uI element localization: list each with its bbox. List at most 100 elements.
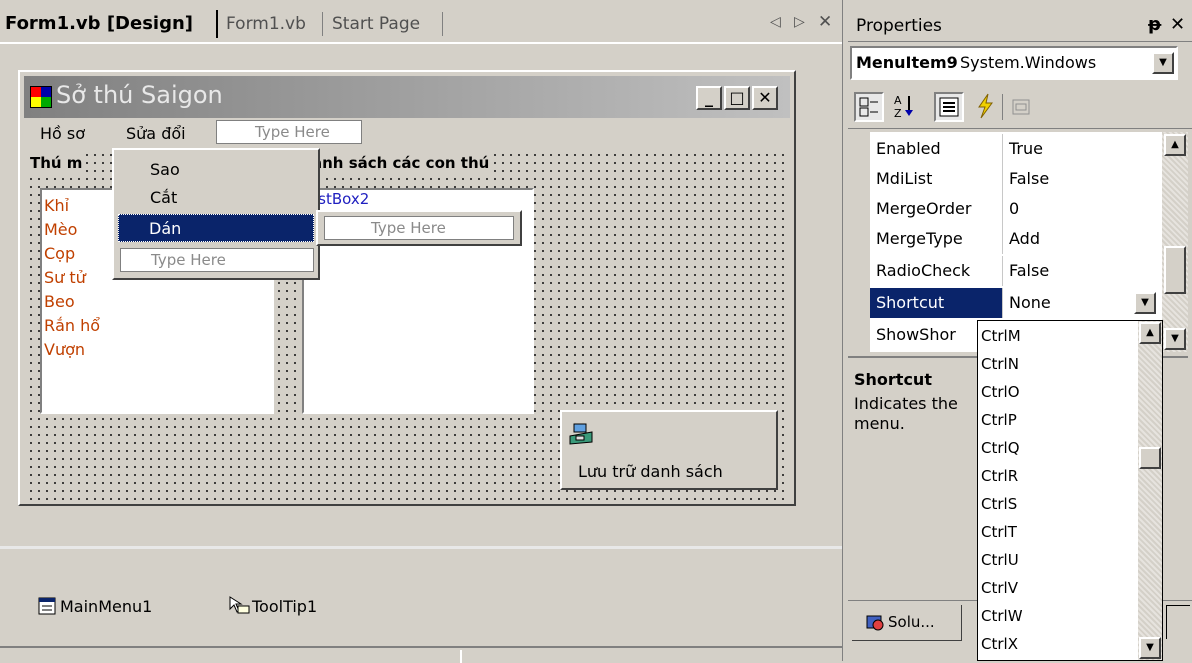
grid-scroll-down-icon[interactable]: ▼ [1164,328,1186,350]
tray-mainmenu1[interactable]: MainMenu1 [60,597,152,616]
dropdown-scroll-down-icon[interactable]: ▼ [1139,637,1161,659]
grid-scroll-thumb[interactable] [1164,246,1186,294]
shortcut-option[interactable]: CtrlQ [981,439,1020,457]
list-item[interactable]: Khỉ [44,196,69,215]
grid-margin [848,132,870,352]
label-danh-sach: anh sách các con thú [312,154,490,172]
property-row[interactable]: RadioCheck False [870,256,1160,286]
events-icon[interactable] [974,92,996,124]
property-value[interactable]: True [1009,139,1043,158]
list-item[interactable]: Mèo [44,220,77,239]
object-selector[interactable]: MenuItem9 System.Windows ▼ [850,46,1178,80]
menu-type-here[interactable]: Type Here [216,120,362,144]
shortcut-options-list[interactable]: CtrlM CtrlN CtrlO CtrlP CtrlQ CtrlR Ctrl… [977,320,1163,661]
shortcut-option[interactable]: CtrlV [981,579,1018,597]
form-window[interactable]: Sở thú Saigon _ □ ✕ Hồ sơ Sửa đổi Type H… [18,70,796,506]
properties-close-icon[interactable]: ✕ [1170,14,1185,35]
object-name: MenuItem9 [856,53,958,72]
property-row[interactable]: MergeType Add [870,224,1160,254]
property-row[interactable]: MergeOrder 0 [870,194,1160,224]
menu-ho-so[interactable]: Hồ sơ [40,124,85,143]
property-name: Shortcut [876,293,945,312]
shortcut-option[interactable]: CtrlP [981,411,1017,429]
property-row[interactable]: Enabled True [870,134,1160,164]
shortcut-option[interactable]: CtrlU [981,551,1019,569]
tab-solution-explorer[interactable]: Solu... [852,605,962,641]
property-value[interactable]: 0 [1009,199,1019,218]
shortcut-option[interactable]: CtrlT [981,523,1017,541]
form-title-bar[interactable]: Sở thú Saigon _ □ ✕ [24,76,790,118]
property-value[interactable]: Add [1009,229,1040,248]
tab-scroll-right-icon[interactable]: ▷ [794,14,805,30]
description-title: Shortcut [854,370,932,389]
pin-icon[interactable]: ᵽ [1148,14,1161,35]
properties-toolbar: AZ [848,86,1192,128]
close-icon[interactable]: ✕ [752,86,778,110]
label-thu-moi: Thú m [30,154,83,172]
property-pages-icon[interactable] [1010,96,1032,122]
listbox2-name: istBox2 [314,190,370,208]
list-item[interactable]: Rắn hổ [44,316,100,335]
shortcut-option[interactable]: CtrlR [981,467,1018,485]
toolbar-bottom-line [848,128,1192,129]
tab-start-page[interactable]: Start Page [332,14,420,34]
form-app-icon [30,86,52,108]
tab-form1-code[interactable]: Form1.vb [226,14,306,34]
tab-solution-label: Solu... [888,613,935,631]
grid-scroll-up-icon[interactable]: ▲ [1164,134,1186,156]
tab-close-icon[interactable]: ✕ [818,12,832,32]
object-type: System.Windows [960,53,1097,72]
status-divider [460,650,462,663]
shortcut-option[interactable]: CtrlO [981,383,1020,401]
property-value[interactable]: False [1009,261,1049,280]
property-name: MergeOrder [876,199,972,218]
tab-scroll-left-icon[interactable]: ◁ [770,14,781,30]
property-name: RadioCheck [876,261,971,280]
property-value[interactable]: False [1009,169,1049,188]
properties-titlebar: Properties ᵽ ✕ [848,10,1192,42]
property-name: MdiList [876,169,933,188]
menu-item-dan[interactable]: Dán [118,214,314,242]
grid-scrollbar[interactable]: ▲ [1162,132,1188,352]
property-value[interactable]: None [1009,293,1051,312]
shortcut-option[interactable]: CtrlM [981,327,1021,345]
property-row-selected[interactable]: Shortcut None ▼ [870,288,1160,318]
alphabetical-icon[interactable]: AZ [892,92,916,124]
dropdown-scroll-thumb[interactable] [1139,447,1161,469]
shortcut-option[interactable]: CtrlS [981,495,1017,513]
properties-view-icon[interactable] [934,92,964,122]
menu-item-cat[interactable]: Cắt [150,188,177,207]
document-tab-strip: Form1.vb [Design] Form1.vb Start Page ◁ … [0,0,842,42]
list-item[interactable]: Beo [44,292,75,311]
description-line1: Indicates the [854,394,958,413]
submenu-box: Type Here [316,210,522,246]
list-item[interactable]: Vượn [44,340,85,359]
status-bar [0,646,842,663]
property-row[interactable]: MdiList False [870,164,1160,194]
menu-sua-doi[interactable]: Sửa đổi [126,124,186,143]
save-list-button[interactable]: Lưu trữ danh sách [560,410,778,490]
list-item[interactable]: Sư tử [44,268,86,287]
dropdown-scroll-up-icon[interactable]: ▲ [1139,322,1161,344]
tab-form1-design[interactable]: Form1.vb [Design] [5,13,193,34]
form-title: Sở thú Saigon [56,81,223,109]
properties-title: Properties [856,16,942,36]
tab-divider [322,12,323,36]
shortcut-option[interactable]: CtrlW [981,607,1023,625]
property-name: ShowShor [876,325,956,344]
shortcut-dropdown-icon[interactable]: ▼ [1134,292,1156,314]
dropdown-scrollbar[interactable]: ▲ ▼ [1138,321,1162,660]
dropdown-type-here[interactable]: Type Here [120,248,314,272]
list-item[interactable]: Cọp [44,244,75,263]
minimize-icon[interactable]: _ [696,86,722,110]
tooltip-icon [228,595,250,619]
submenu-type-here[interactable]: Type Here [324,216,514,240]
menu-item-sao[interactable]: Sao [150,160,180,179]
shortcut-option[interactable]: CtrlN [981,355,1019,373]
object-selector-dropdown-icon[interactable]: ▼ [1152,52,1174,74]
categorized-icon[interactable] [854,92,884,122]
shortcut-option[interactable]: CtrlX [981,635,1018,653]
maximize-icon[interactable]: □ [724,86,750,110]
save-button-label: Lưu trữ danh sách [578,462,723,481]
tray-tooltip1[interactable]: ToolTip1 [252,597,317,616]
